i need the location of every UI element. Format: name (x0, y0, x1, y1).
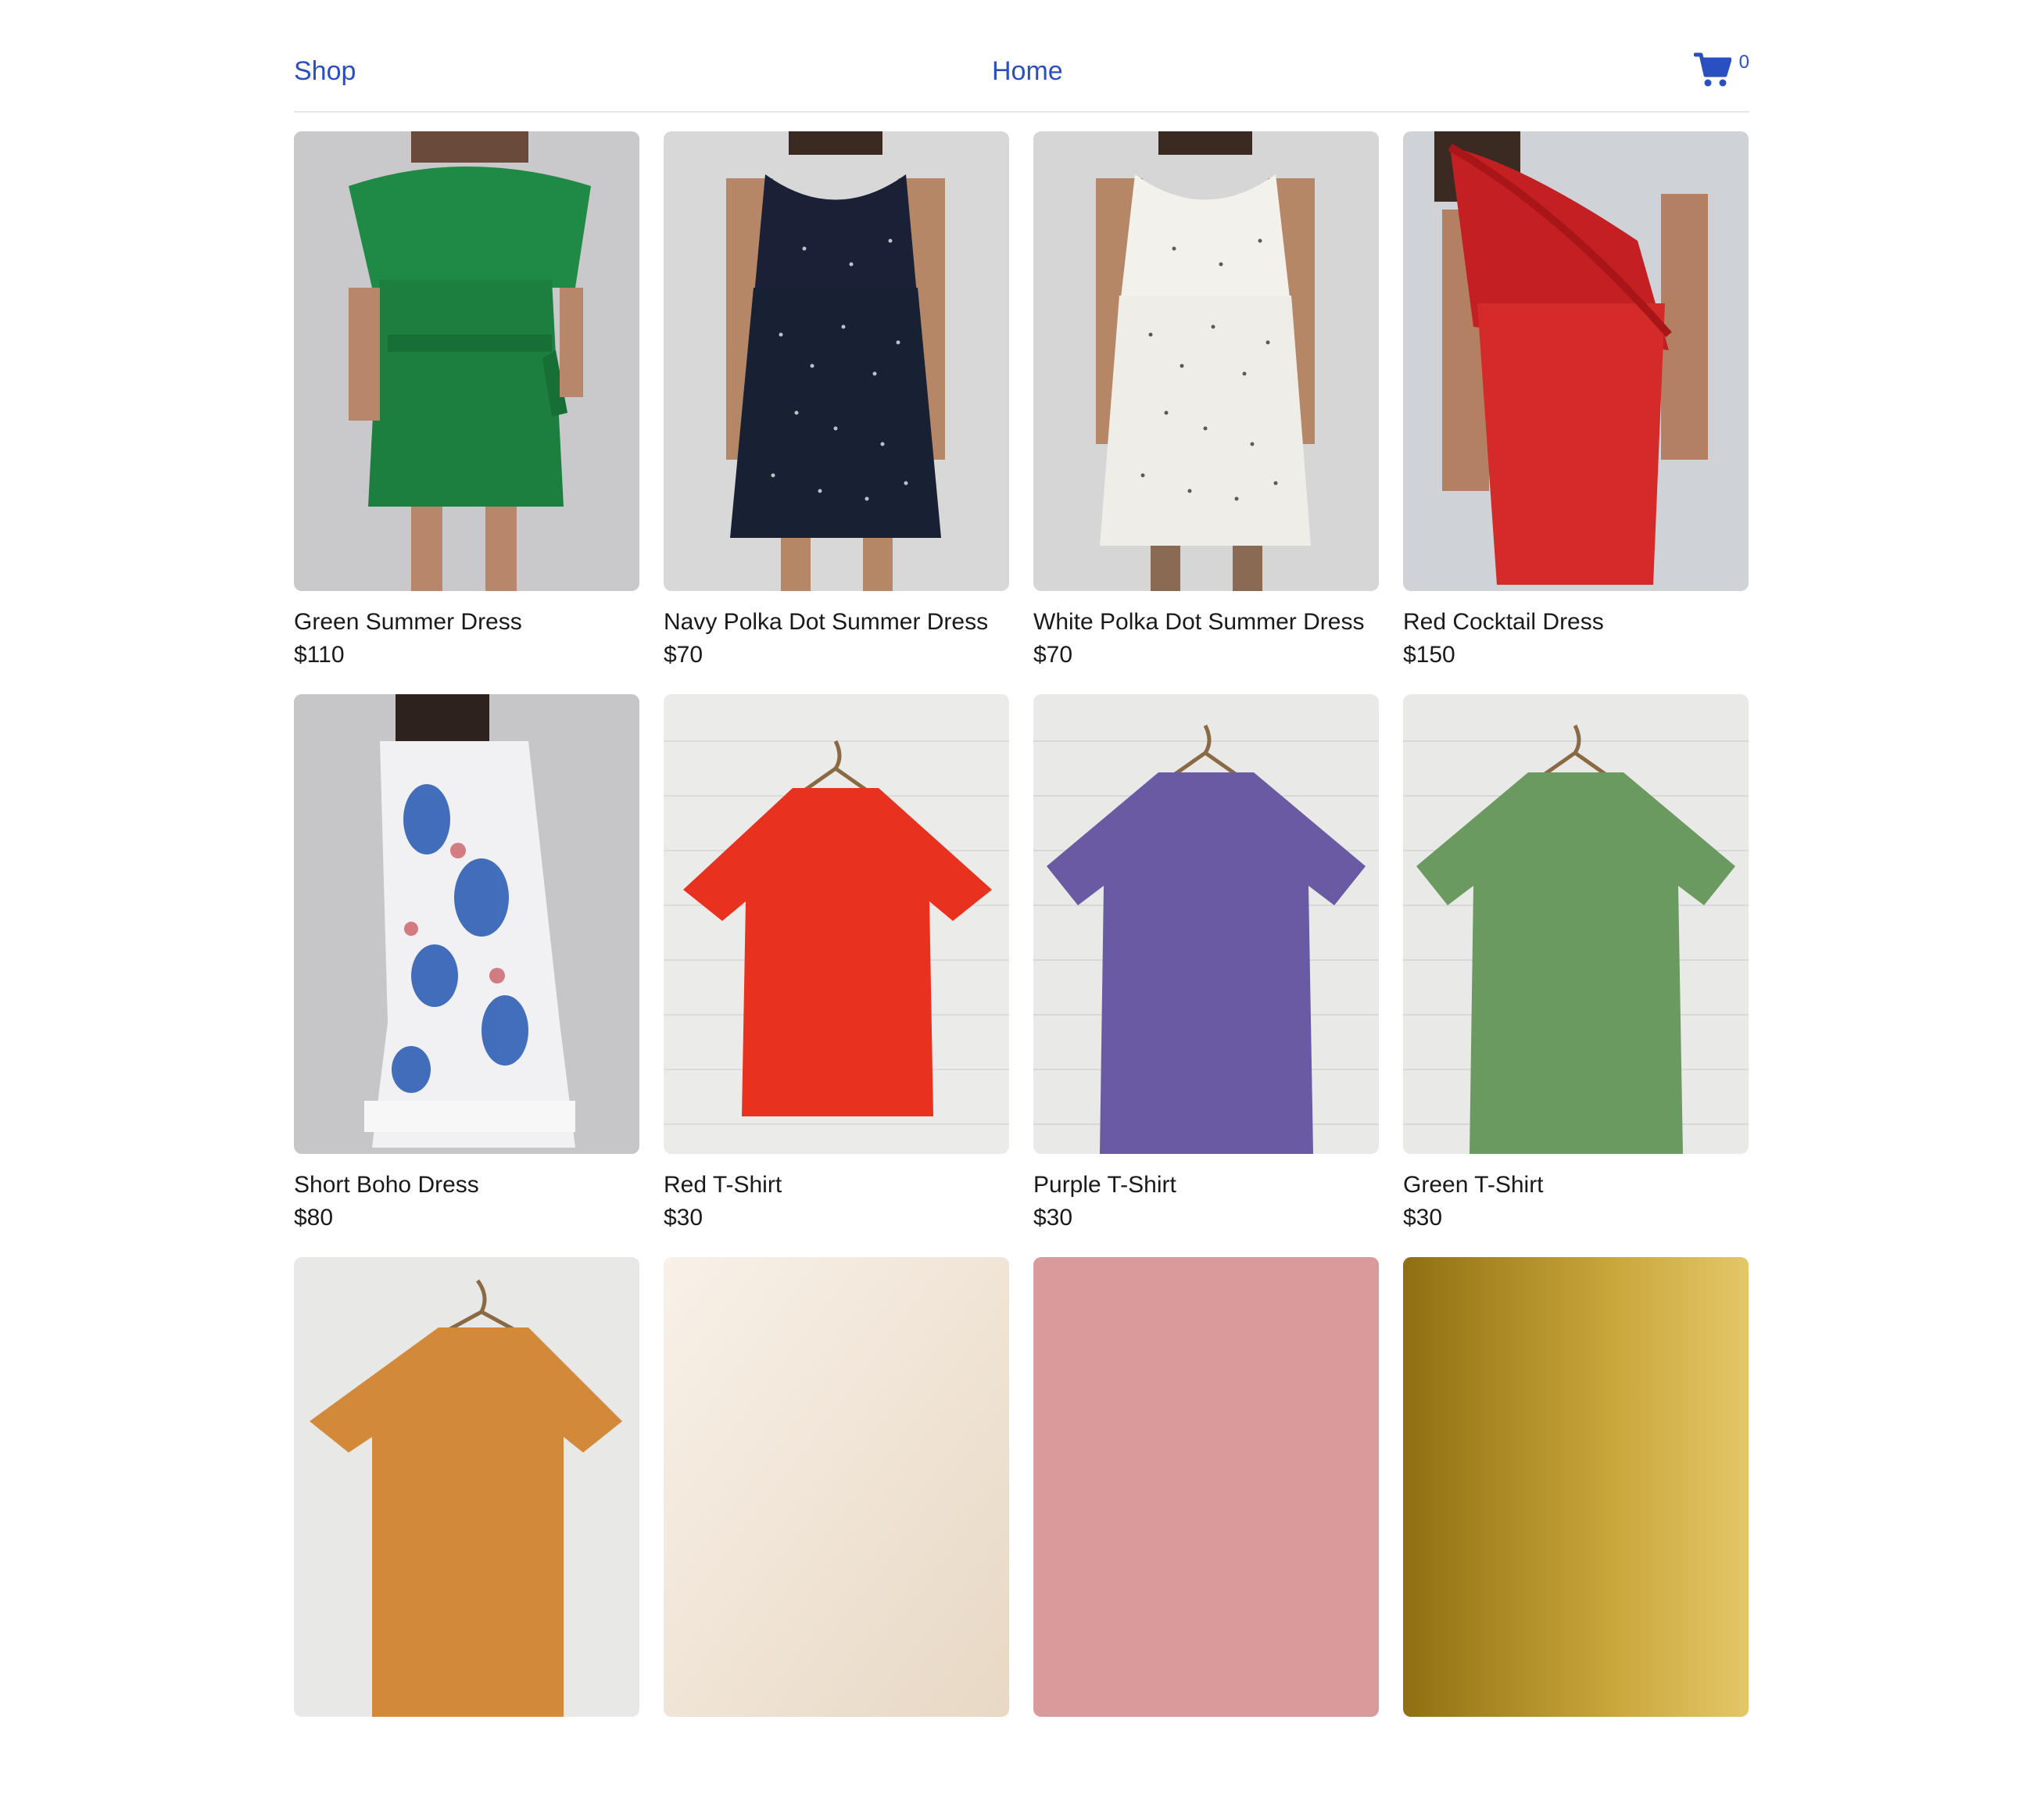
home-link[interactable]: Home (992, 56, 1063, 87)
product-image[interactable] (294, 694, 639, 1154)
product-card[interactable]: Red Cocktail Dress $150 (1403, 131, 1749, 694)
product-image[interactable] (1033, 694, 1379, 1154)
product-name[interactable]: Red Cocktail Dress (1403, 607, 1749, 638)
product-card[interactable]: Short Boho Dress $80 (294, 694, 639, 1257)
product-card[interactable]: Green Summer Dress $110 (294, 131, 639, 694)
product-image[interactable] (1033, 1257, 1379, 1717)
product-image[interactable] (1403, 1257, 1749, 1717)
product-price: $150 (1403, 642, 1455, 668)
shop-page: Shop Home 0 Green Summer Dress $110 Navy… (294, 0, 1749, 1717)
product-image[interactable] (664, 1257, 1009, 1717)
shop-link[interactable]: Shop (294, 56, 356, 87)
product-price: $30 (1033, 1205, 1073, 1231)
product-image[interactable] (1403, 694, 1749, 1154)
product-price: $70 (664, 642, 703, 668)
product-card[interactable] (294, 1257, 639, 1820)
top-navbar: Shop Home 0 (294, 0, 1749, 113)
product-name[interactable]: Short Boho Dress (294, 1170, 639, 1201)
product-price: $110 (294, 642, 345, 668)
shopping-cart-icon (1693, 52, 1731, 88)
product-name[interactable]: Purple T-Shirt (1033, 1170, 1379, 1201)
product-price: $70 (1033, 642, 1073, 668)
product-card[interactable]: Purple T-Shirt $30 (1033, 694, 1379, 1257)
product-card[interactable]: White Polka Dot Summer Dress $70 (1033, 131, 1379, 694)
product-card[interactable]: Red T-Shirt $30 (664, 694, 1009, 1257)
product-name[interactable]: Green Summer Dress (294, 607, 639, 638)
product-image[interactable] (294, 1257, 639, 1717)
product-card[interactable]: Green T-Shirt $30 (1403, 694, 1749, 1257)
product-name[interactable]: Red T-Shirt (664, 1170, 1009, 1201)
product-card[interactable] (664, 1257, 1009, 1820)
product-name[interactable]: White Polka Dot Summer Dress (1033, 607, 1379, 638)
product-image[interactable] (664, 131, 1009, 591)
product-name[interactable]: Green T-Shirt (1403, 1170, 1749, 1201)
product-card[interactable] (1033, 1257, 1379, 1820)
product-card[interactable] (1403, 1257, 1749, 1820)
product-name[interactable]: Navy Polka Dot Summer Dress (664, 607, 1009, 638)
product-grid: Green Summer Dress $110 Navy Polka Dot S… (294, 131, 1749, 1820)
product-price: $80 (294, 1205, 334, 1231)
product-card[interactable]: Navy Polka Dot Summer Dress $70 (664, 131, 1009, 694)
product-price: $30 (664, 1205, 703, 1231)
product-price: $30 (1403, 1205, 1443, 1231)
cart-count-badge: 0 (1738, 52, 1749, 73)
product-image[interactable] (1403, 131, 1749, 591)
product-image[interactable] (294, 131, 639, 591)
product-image[interactable] (664, 694, 1009, 1154)
product-image[interactable] (1033, 131, 1379, 591)
cart-button[interactable]: 0 (1693, 52, 1749, 89)
